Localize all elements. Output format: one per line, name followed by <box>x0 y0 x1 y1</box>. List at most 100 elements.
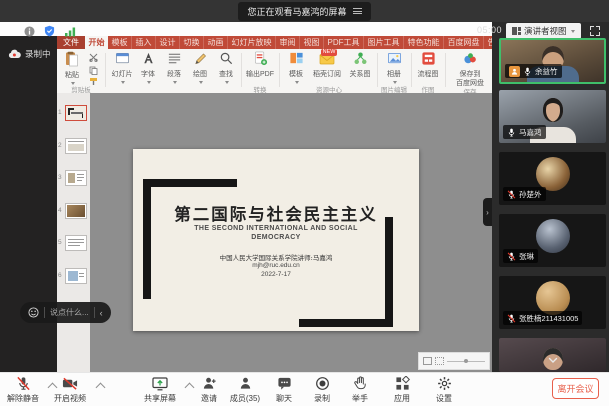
diagram-button[interactable]: 关系图 <box>347 51 373 79</box>
thumbnail-6-preview[interactable] <box>65 268 87 284</box>
menu-template[interactable]: 模板 <box>108 36 132 49</box>
info-icon[interactable] <box>24 26 35 37</box>
view-normal-icon[interactable] <box>423 357 432 365</box>
mic-muted-icon <box>507 190 516 199</box>
collapse-chat-icon[interactable]: ‹ <box>100 308 103 318</box>
wps-ribbon: 粘贴 剪贴板 幻灯片 字体 段落 <box>57 49 492 94</box>
shield-encryption-icon[interactable] <box>44 25 55 37</box>
fullscreen-icon[interactable] <box>590 26 600 36</box>
start-video-button[interactable]: 开启视频 <box>44 376 96 404</box>
raise-hand-icon <box>353 376 368 391</box>
menu-pdf-tools[interactable]: PDF工具 <box>324 36 364 49</box>
network-signal-icon[interactable] <box>64 26 76 37</box>
menu-animation[interactable]: 动画 <box>204 36 228 49</box>
thumbnail-1[interactable]: 1 <box>57 105 90 127</box>
thumbnail-5[interactable]: 5 <box>57 235 90 257</box>
template-button[interactable]: 模板 <box>283 51 309 86</box>
participant-tile-1[interactable]: 余益竹 <box>499 38 606 84</box>
find-button[interactable]: 查找 <box>213 51 239 86</box>
slide-title: 第二国际与社会民主主义 <box>133 201 419 225</box>
thumbnail-6[interactable]: 6 <box>57 268 90 290</box>
slide-date: 2022-7-17 <box>133 271 419 278</box>
menu-review[interactable]: 审阅 <box>276 36 300 49</box>
participant-name-bar: 余益竹 <box>505 64 562 78</box>
menu-file[interactable]: 文件 <box>57 36 85 49</box>
menu-design[interactable]: 设计 <box>156 36 180 49</box>
album-button[interactable]: 相册 <box>381 51 407 86</box>
participant-name-bar: 孙楚外 <box>503 187 546 201</box>
font-button[interactable]: 字体 <box>135 51 161 86</box>
save-to-pan-button[interactable]: 保存到 百度网盘 <box>451 51 489 88</box>
menu-features[interactable]: 特色功能 <box>404 36 444 49</box>
thumbnail-4-preview[interactable] <box>65 203 87 219</box>
menu-view[interactable]: 视图 <box>300 36 324 49</box>
participant-tile-3[interactable]: 孙楚外 <box>499 152 606 205</box>
paste-button[interactable]: 粘贴 <box>59 51 85 87</box>
emoji-icon[interactable] <box>28 307 39 318</box>
slides-button[interactable]: 幻灯片 <box>109 51 135 86</box>
cut-icon[interactable] <box>89 53 98 62</box>
paragraph-button[interactable]: 段落 <box>161 51 187 86</box>
share-screen-icon <box>152 376 168 391</box>
mic-muted-icon <box>16 376 31 391</box>
thumbnail-2[interactable]: 2 <box>57 138 90 160</box>
thumbnail-3[interactable]: 3 <box>57 170 90 192</box>
thumbnail-2-preview[interactable] <box>65 138 87 154</box>
slide-subtitle: THE SECOND INTERNATIONAL AND SOCIAL DEMO… <box>133 225 419 242</box>
participant-tile-2[interactable]: 马嘉鸿 <box>499 90 606 143</box>
record-icon <box>315 376 330 391</box>
export-pdf-button[interactable]: 输出PDF <box>245 51 275 79</box>
mic-on-icon <box>523 67 532 76</box>
thumbnail-5-preview[interactable] <box>65 235 87 251</box>
slide-author: 中国人民大学国际关系学院讲师:马嘉鸿 <box>133 252 419 262</box>
thumbnail-4[interactable]: 4 <box>57 203 90 225</box>
zoom-slider[interactable] <box>447 361 485 362</box>
draw-button[interactable]: 绘图 <box>187 51 213 86</box>
leave-meeting-button[interactable]: 离开会议 <box>552 378 599 399</box>
flowchart-button[interactable]: 流程图 <box>415 51 441 79</box>
wps-menubar: 文件 开始 模板 插入 设计 切换 动画 幻灯片放映 审阅 视图 PDF工具 图… <box>57 36 492 49</box>
top-banner-bar: 您正在观看马嘉鸿的屏幕 <box>0 0 609 22</box>
mic-on-icon <box>507 128 516 137</box>
participant-avatar <box>536 157 570 191</box>
settings-button[interactable]: 设置 <box>418 376 470 404</box>
docer-subscribe-button[interactable]: NEW 稻壳订阅 <box>311 51 343 79</box>
scroll-more-participants-icon[interactable] <box>547 354 559 366</box>
menu-slideshow[interactable]: 幻灯片放映 <box>228 36 276 49</box>
quick-chat-bar[interactable]: 说点什么... ‹ <box>20 302 111 323</box>
watching-banner[interactable]: 您正在观看马嘉鸿的屏幕 <box>238 2 370 21</box>
quick-chat-input[interactable]: 说点什么... <box>50 307 89 318</box>
album-icon <box>387 51 402 66</box>
participant-tile-5[interactable]: 张胜楠211431005 <box>499 276 606 329</box>
banner-menu-icon[interactable] <box>353 7 362 16</box>
current-slide[interactable]: 第二国际与社会民主主义 THE SECOND INTERNATIONAL AND… <box>133 149 419 331</box>
view-mode-button[interactable]: 演讲者视图 <box>506 23 581 39</box>
thumbnail-3-preview[interactable] <box>65 170 87 186</box>
menu-transition[interactable]: 切换 <box>180 36 204 49</box>
meeting-toolbar: 解除静音 开启视频 共享屏幕 <box>0 372 609 406</box>
participant-tile-6[interactable] <box>499 338 606 372</box>
clipboard-small-buttons[interactable] <box>89 53 98 86</box>
unmute-button[interactable]: 解除静音 <box>0 376 49 404</box>
copy-icon[interactable] <box>89 66 98 75</box>
menu-picture-tools[interactable]: 图片工具 <box>364 36 404 49</box>
camera-muted-icon <box>62 376 78 391</box>
menu-tell-me[interactable]: 告诉我 <box>484 36 492 49</box>
participant-tile-4[interactable]: 张琳 <box>499 214 606 267</box>
view-sorter-icon[interactable] <box>435 357 444 365</box>
find-icon <box>219 51 234 66</box>
chevron-down-icon <box>571 30 575 33</box>
video-options-caret[interactable] <box>96 383 106 393</box>
participant-name: 余益竹 <box>535 66 558 77</box>
menu-insert[interactable]: 插入 <box>132 36 156 49</box>
share-screen-button[interactable]: 共享屏幕 <box>134 376 186 404</box>
members-icon <box>238 376 253 391</box>
thumbnail-1-preview[interactable] <box>65 105 87 121</box>
menu-baidu-pan[interactable]: 百度网盘 <box>444 36 484 49</box>
sidebar-handle[interactable]: › <box>483 198 492 226</box>
participant-name: 张琳 <box>519 251 534 262</box>
participant-name-bar: 张胜楠211431005 <box>503 311 582 325</box>
menu-home[interactable]: 开始 <box>85 36 108 49</box>
draw-icon <box>193 51 208 66</box>
slide-canvas: 第二国际与社会民主主义 THE SECOND INTERNATIONAL AND… <box>90 93 492 372</box>
